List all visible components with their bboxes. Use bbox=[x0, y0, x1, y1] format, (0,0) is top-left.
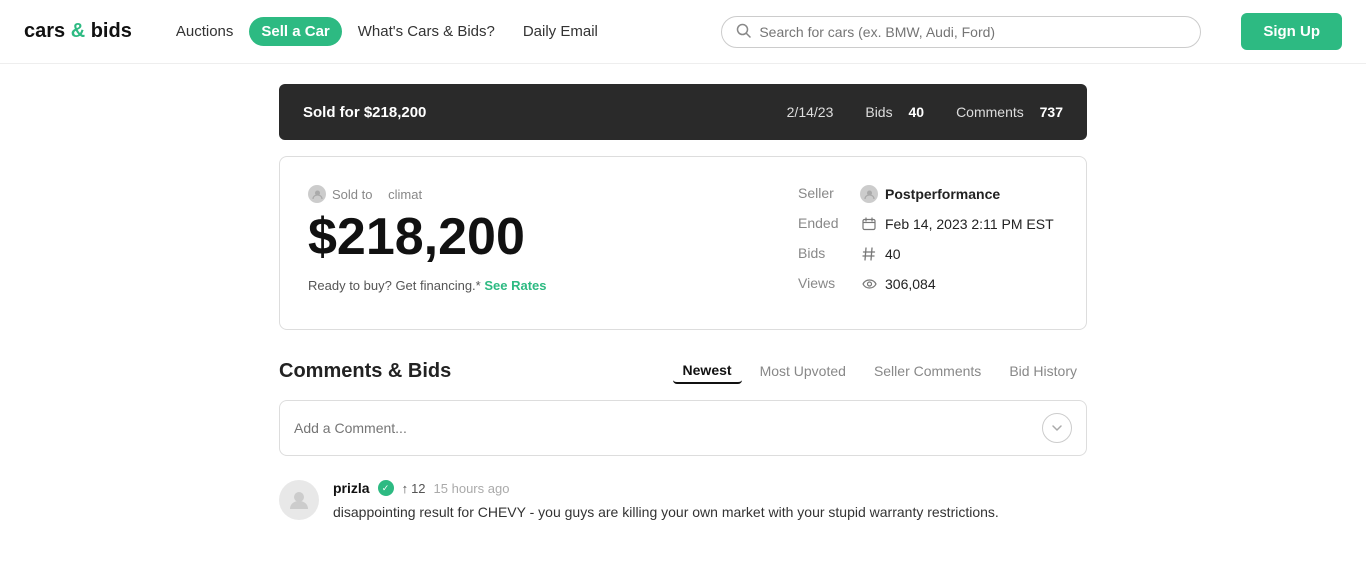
comment-submit-button[interactable] bbox=[1042, 413, 1072, 443]
tab-seller-comments[interactable]: Seller Comments bbox=[864, 359, 991, 383]
search-box bbox=[721, 16, 1201, 48]
search-input[interactable] bbox=[759, 24, 1186, 40]
logo-brand: bids bbox=[91, 20, 132, 42]
comment-meta: prizla ✓ ↑ 12 15 hours ago bbox=[333, 480, 1087, 496]
sold-banner: Sold for $218,200 2/14/23 Bids 40 Commen… bbox=[279, 84, 1087, 140]
upvote-arrow: ↑ bbox=[402, 481, 409, 496]
comments-section: Comments & Bids Newest Most Upvoted Sell… bbox=[279, 358, 1087, 523]
ended-value: Feb 14, 2023 2:11 PM EST bbox=[860, 215, 1054, 233]
banner-comments: Comments 737 bbox=[956, 104, 1063, 120]
see-rates-link[interactable]: See Rates bbox=[484, 278, 546, 293]
main-nav: Auctions Sell a Car What's Cars & Bids? … bbox=[164, 17, 610, 46]
banner-date: 2/14/23 bbox=[787, 104, 834, 120]
seller-value: Postperformance bbox=[860, 185, 1000, 203]
comment-time: 15 hours ago bbox=[434, 481, 510, 496]
detail-left: Sold to climat $218,200 Ready to buy? Ge… bbox=[308, 185, 758, 305]
avatar bbox=[279, 480, 319, 520]
nav-item-sell[interactable]: Sell a Car bbox=[249, 17, 341, 46]
seller-label: Seller bbox=[798, 185, 850, 201]
detail-right: Seller Postperformance Ended Feb 14, 202… bbox=[798, 185, 1058, 305]
tab-most-upvoted[interactable]: Most Upvoted bbox=[750, 359, 856, 383]
hash-icon bbox=[860, 245, 878, 263]
header: cars & bids Auctions Sell a Car What's C… bbox=[0, 0, 1366, 64]
sold-to-label: Sold to climat bbox=[308, 185, 758, 203]
signup-button[interactable]: Sign Up bbox=[1241, 13, 1342, 50]
upvote-count: ↑ 12 bbox=[402, 481, 426, 496]
seller-row: Seller Postperformance bbox=[798, 185, 1058, 203]
verified-badge: ✓ bbox=[378, 480, 394, 496]
detail-card: Sold to climat $218,200 Ready to buy? Ge… bbox=[279, 156, 1087, 330]
search-wrap bbox=[721, 16, 1201, 48]
comment-text: disappointing result for CHEVY - you guy… bbox=[333, 502, 1087, 523]
views-label: Views bbox=[798, 275, 850, 291]
comment-input-wrap bbox=[279, 400, 1087, 456]
seller-name-link[interactable]: Postperformance bbox=[885, 186, 1000, 202]
tab-newest[interactable]: Newest bbox=[673, 358, 742, 384]
seller-avatar-small bbox=[860, 185, 878, 203]
nav-item-auctions[interactable]: Auctions bbox=[164, 17, 246, 46]
nav-item-daily[interactable]: Daily Email bbox=[511, 17, 610, 46]
comments-title: Comments & Bids bbox=[279, 360, 451, 383]
banner-bids: Bids 40 bbox=[865, 104, 924, 120]
buyer-avatar-small bbox=[308, 185, 326, 203]
ended-label: Ended bbox=[798, 215, 850, 231]
calendar-icon bbox=[860, 215, 878, 233]
comment-input[interactable] bbox=[294, 420, 1032, 436]
eye-icon bbox=[860, 275, 878, 293]
ended-row: Ended Feb 14, 2023 2:11 PM EST bbox=[798, 215, 1058, 233]
main-content: Sold for $218,200 2/14/23 Bids 40 Commen… bbox=[263, 64, 1103, 563]
bids-row: Bids 40 bbox=[798, 245, 1058, 263]
nav-item-whats[interactable]: What's Cars & Bids? bbox=[346, 17, 507, 46]
logo-text: cars bbox=[24, 20, 65, 42]
comment-item: prizla ✓ ↑ 12 15 hours ago disappointing… bbox=[279, 480, 1087, 523]
logo-ampersand: & bbox=[65, 20, 91, 42]
sold-price: Sold for $218,200 bbox=[303, 104, 426, 121]
search-icon bbox=[736, 23, 751, 41]
views-row: Views 306,084 bbox=[798, 275, 1058, 293]
logo: cars & bids bbox=[24, 20, 132, 43]
tab-bid-history[interactable]: Bid History bbox=[999, 359, 1087, 383]
sale-price: $218,200 bbox=[308, 209, 758, 266]
buyer-name: climat bbox=[388, 187, 422, 202]
comment-body: prizla ✓ ↑ 12 15 hours ago disappointing… bbox=[333, 480, 1087, 523]
bids-value: 40 bbox=[860, 245, 901, 263]
views-value: 306,084 bbox=[860, 275, 936, 293]
commenter-name: prizla bbox=[333, 480, 370, 496]
bids-label: Bids bbox=[798, 245, 850, 261]
comments-header: Comments & Bids Newest Most Upvoted Sell… bbox=[279, 358, 1087, 384]
banner-meta: 2/14/23 Bids 40 Comments 737 bbox=[787, 104, 1063, 120]
financing-text: Ready to buy? Get financing.* See Rates bbox=[308, 278, 758, 293]
